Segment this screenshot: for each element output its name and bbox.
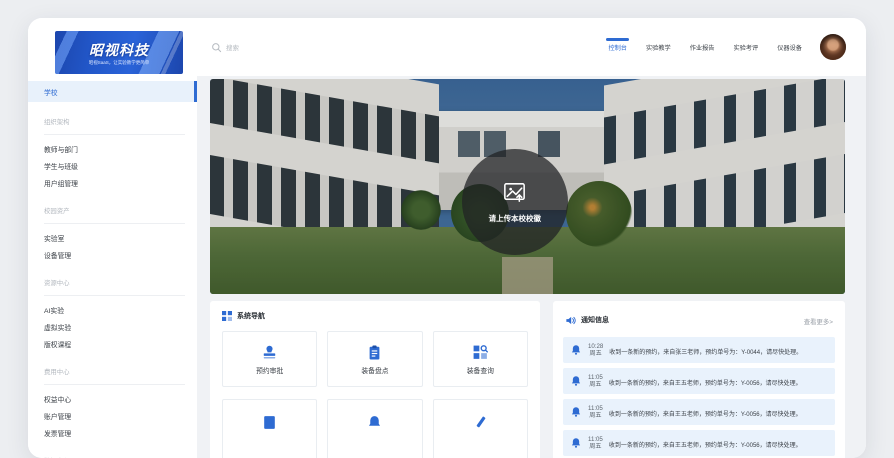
sidebar-item-school[interactable]: 学校 (28, 81, 197, 102)
search-icon (211, 42, 222, 53)
bell-icon (570, 437, 582, 449)
nav-card-partial[interactable] (327, 399, 422, 458)
upload-school-badge-button[interactable]: 请上传本校校徽 (462, 149, 568, 255)
sidebar-item-licensed-courses[interactable]: 版权课程 (28, 335, 197, 352)
notification-time: 11:05周五 (588, 436, 603, 450)
search-input[interactable]: 搜索 (211, 42, 239, 53)
notification-text: 收到一条新的预约，来自王五老师，预约单号为：Y-0056，请尽快处理。 (609, 434, 828, 452)
user-avatar[interactable] (820, 34, 846, 60)
sidebar-section-data-center: 数据中心 (44, 450, 185, 458)
notification-text: 收到一条新的预约，来自张三老师，预约单号为：Y-0044，请尽快处理。 (609, 341, 828, 359)
bell-icon (570, 406, 582, 418)
content-area: 请上传本校校徽 系统导航 (197, 76, 866, 458)
sidebar-item-benefits-center[interactable]: 权益中心 (28, 390, 197, 407)
system-nav-cards: 预约审批 装备盘点 装备查询 (210, 329, 540, 387)
sidebar-item-ai-experiment[interactable]: AI实验 (28, 301, 197, 318)
sidebar-item-teachers-departments[interactable]: 教师与部门 (28, 140, 197, 157)
school-banner-image: 请上传本校校徽 (210, 79, 845, 294)
system-nav-title: 系统导航 (237, 311, 265, 321)
sidebar-item-laboratory[interactable]: 实验室 (28, 229, 197, 246)
notification-time: 10:28周五 (588, 343, 603, 357)
tab-instruments-equipment[interactable]: 仪器设备 (777, 18, 802, 76)
notification-row[interactable]: 11:05周五 收到一条新的预约，来自王五老师，预约单号为：Y-0056，请尽快… (563, 368, 835, 394)
search-placeholder: 搜索 (226, 42, 239, 52)
clipboard-icon (366, 344, 383, 361)
sidebar-section-campus-assets: 校园资产 (44, 200, 185, 224)
sidebar-item-account-management[interactable]: 账户管理 (28, 407, 197, 424)
grid-icon (222, 311, 232, 321)
sidebar-section-resource-center: 资源中心 (44, 272, 185, 296)
notification-row[interactable]: 11:05周五 收到一条新的预约，来自王五老师，预约单号为：Y-0056，请尽快… (563, 399, 835, 425)
logo-tagline: 昭视SaaS，让实验教学更简单 (89, 60, 150, 66)
sidebar-section-billing-center: 费用中心 (44, 361, 185, 385)
main-column: 搜索 控制台 实验教学 作业报告 实验考评 仪器设备 (197, 18, 866, 458)
top-bar: 搜索 控制台 实验教学 作业报告 实验考评 仪器设备 (197, 18, 866, 76)
image-upload-icon (501, 179, 528, 206)
tab-homework-reports[interactable]: 作业报告 (690, 18, 715, 76)
tab-experiment-evaluation[interactable]: 实验考评 (734, 18, 759, 76)
sidebar-item-device-management[interactable]: 设备管理 (28, 246, 197, 263)
nav-card-partial[interactable] (433, 399, 528, 458)
upload-school-badge-label: 请上传本校校徽 (489, 213, 541, 224)
sidebar-item-virtual-experiment[interactable]: 虚拟实验 (28, 318, 197, 335)
bottom-panels: 系统导航 预约审批 装备盘点 (210, 301, 845, 458)
nav-card-partial[interactable] (222, 399, 317, 458)
notifications-panel: 通知信息 查看更多> 10:28周五 收到一条新的预约，来自张三老师，预约单号为… (553, 301, 845, 458)
notification-time: 11:05周五 (588, 405, 603, 419)
notification-time: 11:05周五 (588, 374, 603, 388)
notification-text: 收到一条新的预约，来自王五老师，预约单号为：Y-0056，请尽快处理。 (609, 372, 828, 390)
sidebar-item-user-groups[interactable]: 用户组管理 (28, 174, 197, 191)
sidebar-item-invoice-management[interactable]: 发票管理 (28, 424, 197, 441)
bell-icon (366, 414, 383, 431)
document-icon (261, 414, 278, 431)
tab-experiment-teaching[interactable]: 实验教学 (646, 18, 671, 76)
pencil-icon (472, 414, 489, 431)
speaker-icon (565, 315, 576, 326)
system-nav-panel: 系统导航 预约审批 装备盘点 (210, 301, 540, 458)
grid-search-icon (472, 344, 489, 361)
system-nav-cards-row2 (210, 397, 540, 458)
app-window: 昭视科技 昭视SaaS，让实验教学更简单 学校 组织架构 教师与部门 学生与班级… (28, 18, 866, 458)
notification-row[interactable]: 10:28周五 收到一条新的预约，来自张三老师，预约单号为：Y-0044，请尽快… (563, 337, 835, 363)
view-more-link[interactable]: 查看更多> (804, 311, 833, 329)
logo[interactable]: 昭视科技 昭视SaaS，让实验教学更简单 (55, 31, 183, 74)
card-reservation-approval[interactable]: 预约审批 (222, 331, 317, 387)
sidebar-item-students-classes[interactable]: 学生与班级 (28, 157, 197, 174)
bell-icon (570, 375, 582, 387)
sidebar-section-organization: 组织架构 (44, 111, 185, 135)
notification-row[interactable]: 11:05周五 收到一条新的预约，来自王五老师，预约单号为：Y-0056，请尽快… (563, 430, 835, 456)
sidebar: 昭视科技 昭视SaaS，让实验教学更简单 学校 组织架构 教师与部门 学生与班级… (28, 18, 197, 458)
tab-console[interactable]: 控制台 (608, 18, 627, 76)
stamp-icon (261, 344, 278, 361)
card-equipment-search[interactable]: 装备查询 (433, 331, 528, 387)
bell-icon (570, 344, 582, 356)
top-nav: 控制台 实验教学 作业报告 实验考评 仪器设备 (608, 18, 802, 76)
card-equipment-inventory[interactable]: 装备盘点 (327, 331, 422, 387)
notifications-title: 通知信息 (581, 315, 609, 325)
notification-text: 收到一条新的预约，来自王五老师，预约单号为：Y-0056，请尽快处理。 (609, 403, 828, 421)
sidebar-menu: 学校 组织架构 教师与部门 学生与班级 用户组管理 校园资产 实验室 设备管理 … (28, 74, 197, 458)
logo-title: 昭视科技 (89, 40, 149, 60)
